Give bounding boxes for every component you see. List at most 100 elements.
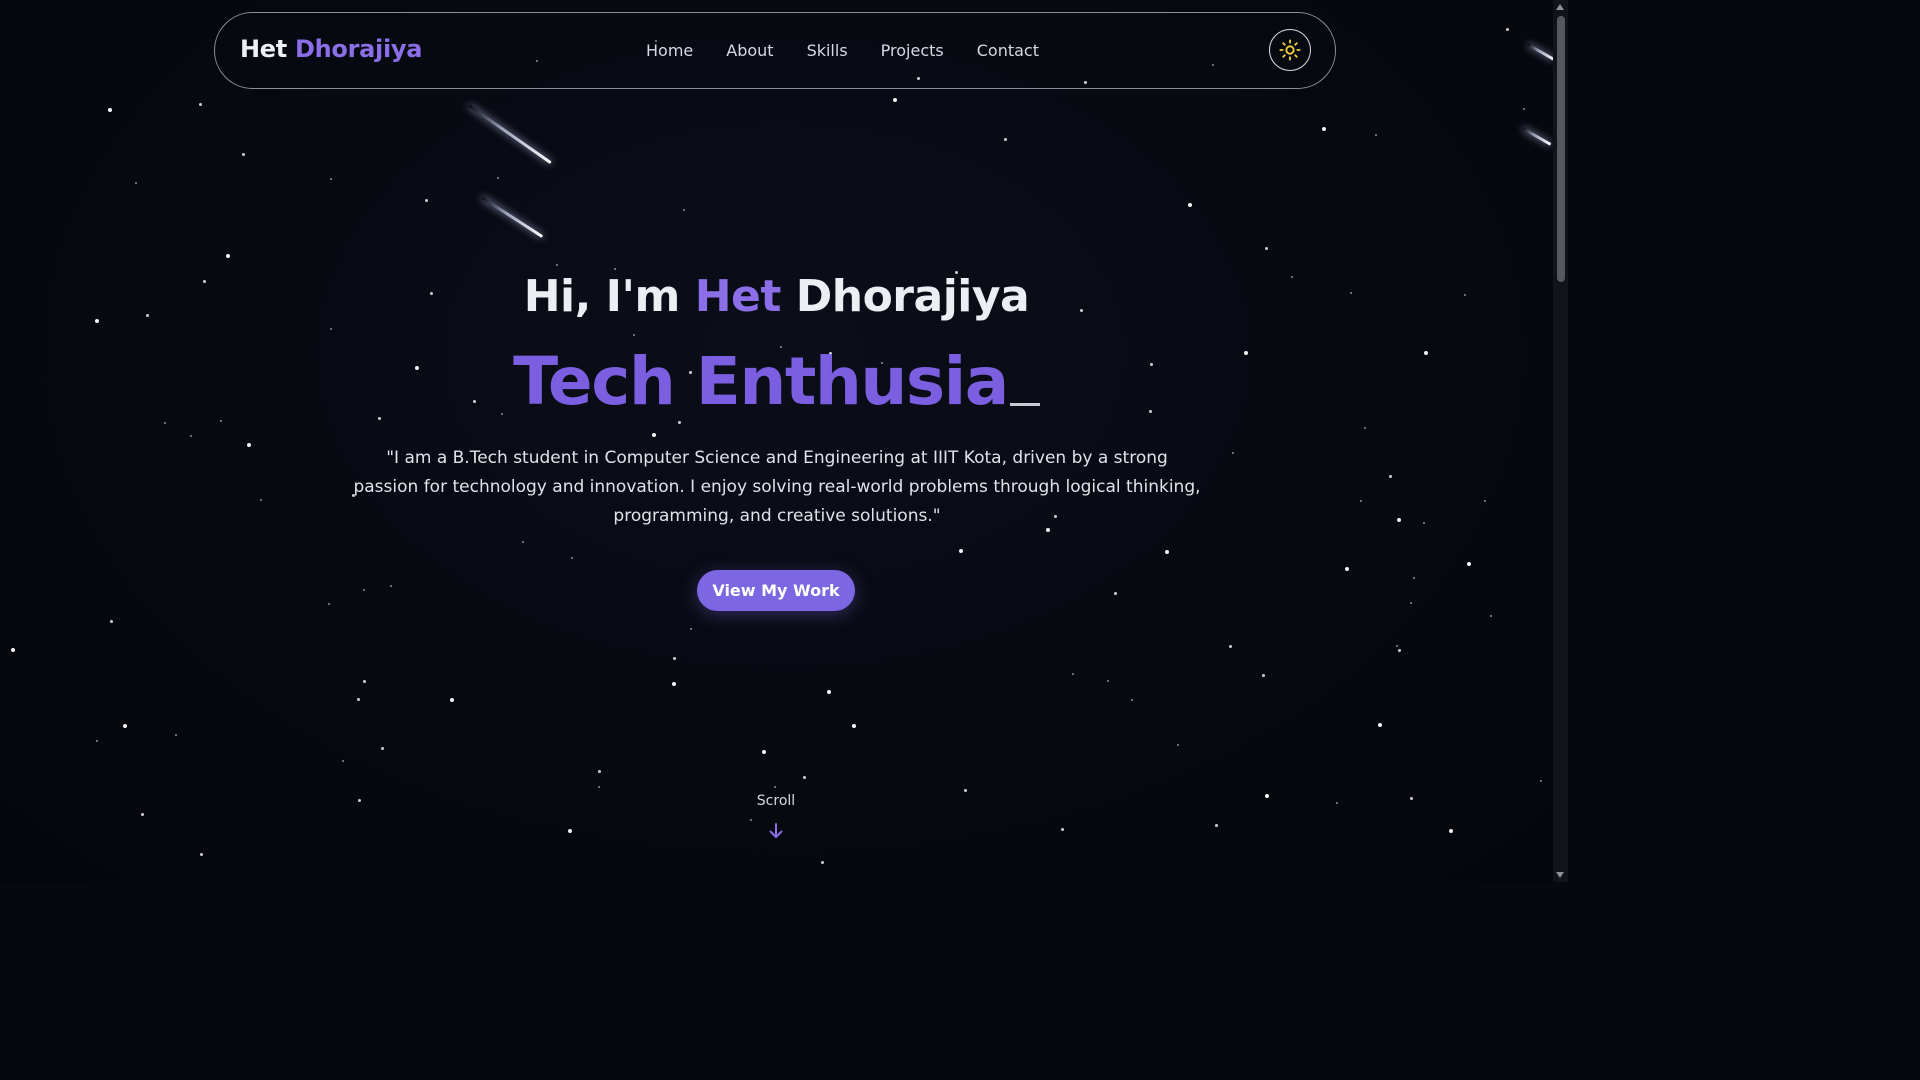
star	[96, 740, 98, 742]
brand-logo[interactable]: Het Dhorajiya	[240, 35, 422, 63]
typing-role: Tech Enthusia	[0, 343, 1553, 420]
star	[1262, 674, 1265, 677]
star	[328, 603, 330, 605]
star	[1360, 500, 1362, 502]
star	[893, 98, 897, 102]
star	[614, 268, 616, 270]
star	[390, 585, 392, 587]
star	[672, 682, 676, 686]
star	[1484, 500, 1486, 502]
star	[450, 698, 454, 702]
nav-link-skills[interactable]: Skills	[807, 41, 848, 60]
star	[522, 541, 524, 543]
scroll-label: Scroll	[756, 793, 796, 809]
star	[633, 334, 635, 336]
star	[135, 182, 137, 184]
star	[1345, 567, 1349, 571]
star	[852, 724, 856, 728]
star	[1336, 802, 1338, 804]
view-my-work-button[interactable]: View My Work	[697, 570, 855, 611]
star	[1131, 699, 1133, 701]
star	[425, 199, 428, 202]
star	[1265, 247, 1268, 250]
nav-link-home[interactable]: Home	[646, 41, 693, 60]
star	[175, 734, 177, 736]
shooting-star	[1522, 127, 1552, 146]
star	[1413, 577, 1415, 579]
star	[363, 680, 366, 683]
star	[1107, 680, 1109, 682]
star	[1423, 522, 1425, 524]
nav-link-projects[interactable]: Projects	[881, 41, 944, 60]
hero-first-name: Het	[694, 271, 782, 322]
star	[123, 724, 127, 728]
star	[358, 799, 361, 802]
star	[964, 789, 967, 792]
star	[678, 421, 681, 424]
star	[1396, 645, 1398, 647]
star	[342, 760, 344, 762]
star	[821, 861, 824, 864]
star	[1490, 615, 1492, 617]
star	[200, 853, 203, 856]
star	[164, 422, 166, 424]
star	[1364, 427, 1366, 429]
star	[1375, 134, 1377, 136]
star	[1061, 828, 1064, 831]
scroll-thumb[interactable]	[1557, 16, 1565, 282]
hero-last-name: Dhorajiya	[795, 271, 1030, 322]
star	[357, 698, 360, 701]
star	[683, 209, 685, 211]
star	[762, 750, 766, 754]
hero-title: Hi, I'm Het Dhorajiya	[0, 271, 1553, 322]
star	[598, 770, 601, 773]
nav-link-contact[interactable]: Contact	[977, 41, 1039, 60]
star	[199, 103, 202, 106]
star	[652, 433, 656, 437]
scroll-up-arrow[interactable]	[1556, 4, 1564, 10]
star	[568, 829, 572, 833]
star	[774, 786, 776, 788]
nav-links: Home About Skills Projects Contact	[646, 41, 1072, 60]
theme-toggle-button[interactable]	[1269, 29, 1311, 71]
star	[598, 786, 600, 788]
star	[556, 264, 558, 266]
star	[1397, 518, 1401, 522]
star	[803, 776, 806, 779]
star	[247, 443, 251, 447]
star	[381, 747, 384, 750]
star	[330, 178, 332, 180]
page: Het Dhorajiya Home About Skills Projects…	[0, 0, 1568, 882]
star	[1188, 203, 1192, 207]
scroll-down-arrow[interactable]	[1556, 872, 1564, 878]
shooting-star	[468, 104, 552, 165]
star	[1410, 797, 1413, 800]
scrollbar[interactable]	[1553, 0, 1568, 882]
star	[1177, 744, 1179, 746]
hero-bio: "I am a B.Tech student in Computer Scien…	[353, 448, 1201, 526]
star	[1378, 723, 1382, 727]
star	[1449, 829, 1453, 833]
star	[330, 328, 332, 330]
star	[11, 648, 15, 652]
star	[959, 549, 963, 553]
star	[226, 254, 230, 258]
arrow-down-icon[interactable]	[767, 822, 785, 840]
star	[1523, 108, 1525, 110]
star	[1232, 452, 1234, 454]
star	[242, 153, 245, 156]
nav-link-about[interactable]: About	[726, 41, 773, 60]
shooting-star	[481, 196, 544, 238]
brand-last-name: Dhorajiya	[295, 35, 423, 63]
role-text: Tech Enthusia	[513, 343, 1009, 420]
star	[827, 690, 831, 694]
star	[1165, 550, 1169, 554]
star	[673, 657, 676, 660]
star	[1215, 824, 1218, 827]
hero-greeting: Hi, I'm	[523, 271, 681, 322]
star	[260, 499, 262, 501]
star	[1072, 673, 1074, 675]
star	[108, 108, 112, 112]
star	[1229, 645, 1232, 648]
star	[141, 813, 144, 816]
